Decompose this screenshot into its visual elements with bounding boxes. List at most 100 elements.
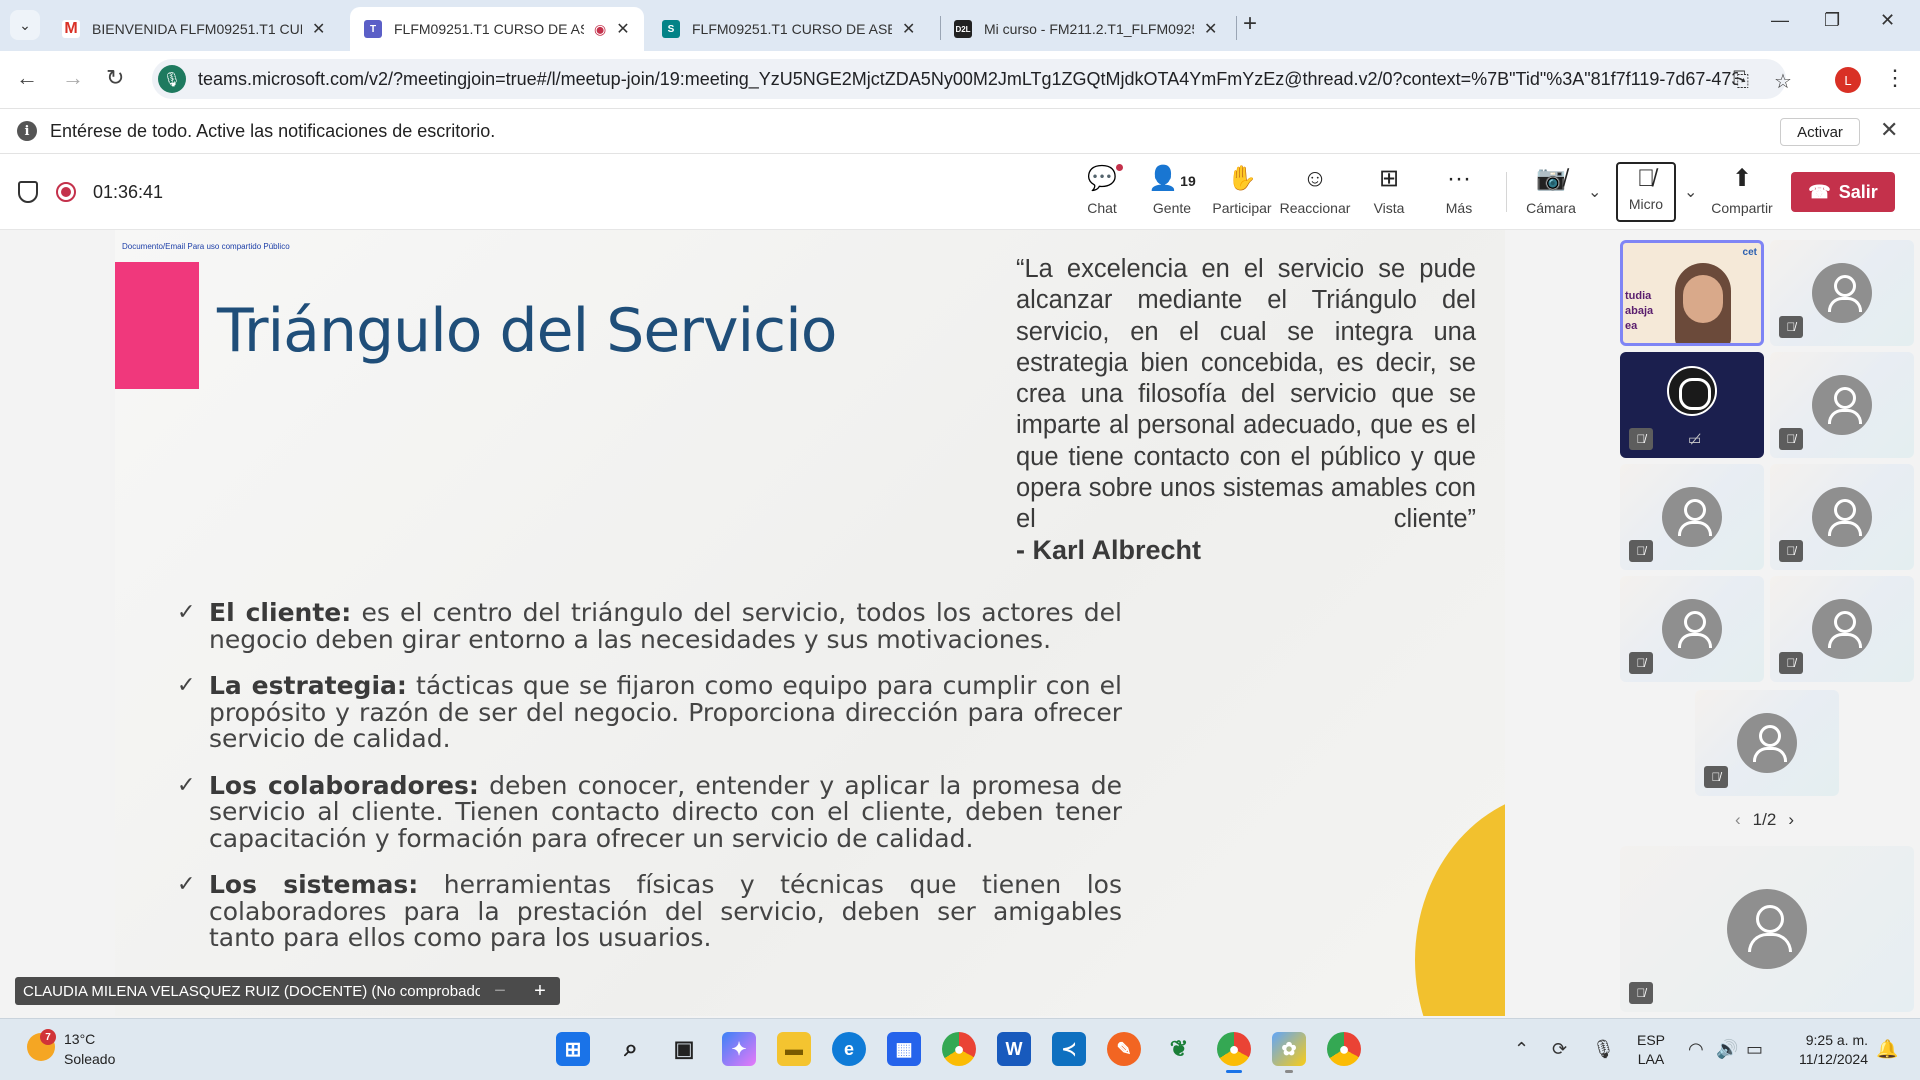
share-button[interactable]: ⬆ Compartir [1707, 164, 1777, 216]
slide-quote: “La excelencia en el servicio se pude al… [1016, 255, 1476, 534]
green-leaf-app[interactable]: ❦ [1162, 1032, 1196, 1066]
pager-text: 1/2 [1752, 810, 1777, 829]
chrome-profile-app[interactable]: ● [1217, 1032, 1251, 1073]
notification-banner: i Entérese de todo. Active las notificac… [0, 108, 1920, 154]
hang-up-icon: ☎ [1808, 181, 1831, 202]
participant-tile-obs[interactable]: 🎙̸ ▭̸ [1620, 352, 1764, 458]
paint-app[interactable]: ✿ [1272, 1032, 1306, 1073]
arrow-right-icon: → [62, 65, 84, 90]
edge-app[interactable]: e [832, 1032, 866, 1066]
system-clock[interactable]: 9:25 a. m. 11/12/2024 [1780, 1031, 1868, 1069]
back-button[interactable]: ← [16, 65, 38, 91]
mic-label: Micro [1628, 196, 1664, 212]
browser-menu-icon[interactable]: ⋮ [1884, 65, 1906, 91]
leave-button[interactable]: ☎ Salir [1791, 172, 1895, 212]
reload-button[interactable]: ↻ [106, 65, 124, 91]
shared-slide: Documento/Email Para uso compartido Públ… [115, 230, 1505, 1016]
chrome-icon: ● [953, 1038, 965, 1059]
react-button[interactable]: ☺ Reaccionar [1280, 164, 1351, 216]
new-tab-button[interactable]: + [1243, 10, 1257, 38]
participant-tile[interactable]: 🎙̸ [1620, 464, 1764, 570]
close-window-button[interactable]: ✕ [1880, 10, 1895, 31]
pen-icon: ✎ [1116, 1038, 1132, 1059]
forward-button[interactable]: → [62, 65, 84, 91]
wifi-icon[interactable]: ◠ [1688, 1039, 1704, 1060]
chrome-app[interactable]: ● [942, 1032, 976, 1066]
background-text-line: ea [1625, 320, 1638, 332]
vscode-app[interactable]: ≺ [1052, 1032, 1086, 1066]
view-button[interactable]: ⊞ Vista [1354, 164, 1424, 216]
browser-tab-sharepoint[interactable]: S FLFM09251.T1 CURSO DE ASESORÍA ✕ [648, 7, 929, 51]
camera-button[interactable]: 📷̸ Cámara [1516, 164, 1586, 216]
restore-button[interactable]: ❐ [1824, 10, 1840, 31]
participant-tile[interactable]: 🎙̸ [1695, 690, 1839, 796]
show-hidden-icons-chevron-icon[interactable]: ⌃ [1514, 1039, 1529, 1060]
camera-options-chevron-icon[interactable]: ⌄ [1588, 182, 1601, 202]
start-button[interactable]: ⊞ [556, 1032, 590, 1066]
weather-description[interactable]: Soleado [64, 1051, 115, 1067]
minimize-button[interactable]: — [1771, 10, 1789, 31]
close-tab-icon[interactable]: ✕ [902, 19, 915, 39]
participant-tile[interactable]: 🎙̸ [1770, 240, 1914, 346]
chevron-right-icon[interactable]: › [1788, 810, 1794, 829]
close-tab-icon[interactable]: ✕ [616, 19, 629, 39]
zoom-out-button[interactable]: − [494, 980, 506, 1003]
people-button[interactable]: 👤 19 Gente [1137, 164, 1207, 216]
bookmark-star-icon[interactable]: ☆ [1774, 69, 1792, 94]
store-icon: ▦ [895, 1038, 913, 1059]
site-info-icon[interactable]: 🎙 [158, 65, 186, 93]
people-label: Gente [1152, 200, 1192, 216]
edge-icon: e [843, 1038, 854, 1059]
close-tab-icon[interactable]: ✕ [312, 19, 325, 39]
mic-options-chevron-icon[interactable]: ⌄ [1684, 182, 1697, 202]
close-banner-icon[interactable]: ✕ [1880, 117, 1898, 143]
tab-separator [1236, 16, 1237, 40]
smiley-icon: ☺ [1302, 165, 1328, 192]
bullet-term: La estrategia: [209, 671, 407, 700]
weather-temperature[interactable]: 13°C [64, 1031, 95, 1047]
participant-tile-video[interactable]: cet tudia abaja ea [1620, 240, 1764, 346]
chevron-left-icon[interactable]: ‹ [1735, 810, 1741, 829]
chrome-app-2[interactable]: ● [1327, 1032, 1361, 1066]
avatar-icon [1812, 375, 1872, 435]
profile-avatar[interactable]: L [1835, 67, 1861, 93]
activate-notifications-button[interactable]: Activar [1780, 118, 1860, 146]
raise-hand-button[interactable]: ✋ Participar [1207, 164, 1277, 216]
orange-app[interactable]: ✎ [1107, 1032, 1141, 1066]
install-app-icon[interactable]: ⎘ [1733, 69, 1749, 92]
close-tab-icon[interactable]: ✕ [1204, 19, 1217, 39]
browser-tab-d2l[interactable]: D2L Mi curso - FM211.2.T1_FLFM09251 ✕ [940, 7, 1231, 51]
sync-icon[interactable]: ⟳ [1552, 1039, 1567, 1060]
address-bar[interactable]: 🎙 teams.microsoft.com/v2/?meetingjoin=tr… [152, 59, 1786, 99]
chat-button[interactable]: 💬 Chat [1067, 164, 1137, 216]
task-view-button[interactable]: ▣ [667, 1032, 701, 1066]
input-language[interactable]: ESP LAA [1637, 1031, 1665, 1069]
url-text[interactable]: teams.microsoft.com/v2/?meetingjoin=true… [198, 69, 1738, 90]
tab-search-button[interactable]: ⌄ [10, 10, 40, 40]
browser-tab-teams[interactable]: T FLFM09251.T1 CURSO DE ASESORÍA ◉ ✕ [350, 7, 644, 51]
word-app[interactable]: W [997, 1032, 1031, 1066]
more-label: Más [1445, 200, 1473, 216]
battery-icon[interactable]: ▭ [1746, 1039, 1763, 1060]
notification-bell-icon[interactable]: 🔔 [1876, 1039, 1898, 1060]
hand-icon: ✋ [1227, 165, 1257, 192]
copilot-app[interactable]: ✦ [722, 1032, 756, 1066]
folder-icon: ▬ [785, 1038, 803, 1059]
mic-button[interactable]: 🎙̸ Micro [1616, 162, 1676, 222]
file-explorer-app[interactable]: ▬ [777, 1032, 811, 1066]
participant-tile[interactable]: 🎙̸ [1770, 576, 1914, 682]
zoom-in-button[interactable]: + [534, 980, 546, 1003]
participant-tile[interactable]: 🎙̸ [1770, 352, 1914, 458]
volume-icon[interactable]: 🔊 [1716, 1039, 1738, 1060]
store-app[interactable]: ▦ [887, 1032, 921, 1066]
more-button[interactable]: ··· Más [1424, 164, 1494, 216]
participant-tile[interactable]: 🎙̸ [1620, 576, 1764, 682]
search-button[interactable]: ⌕ [614, 1032, 648, 1066]
avatar-icon [1812, 487, 1872, 547]
clock-date: 11/12/2024 [1798, 1051, 1868, 1067]
vscode-icon: ≺ [1061, 1038, 1077, 1059]
self-view-tile[interactable]: 🎙̸ [1620, 846, 1914, 1012]
browser-tab-gmail[interactable]: M BIENVENIDA FLFM09251.T1 CURSO ✕ [48, 7, 339, 51]
participant-tile[interactable]: 🎙̸ [1770, 464, 1914, 570]
microphone-icon[interactable]: 🎙 [1592, 1039, 1615, 1060]
